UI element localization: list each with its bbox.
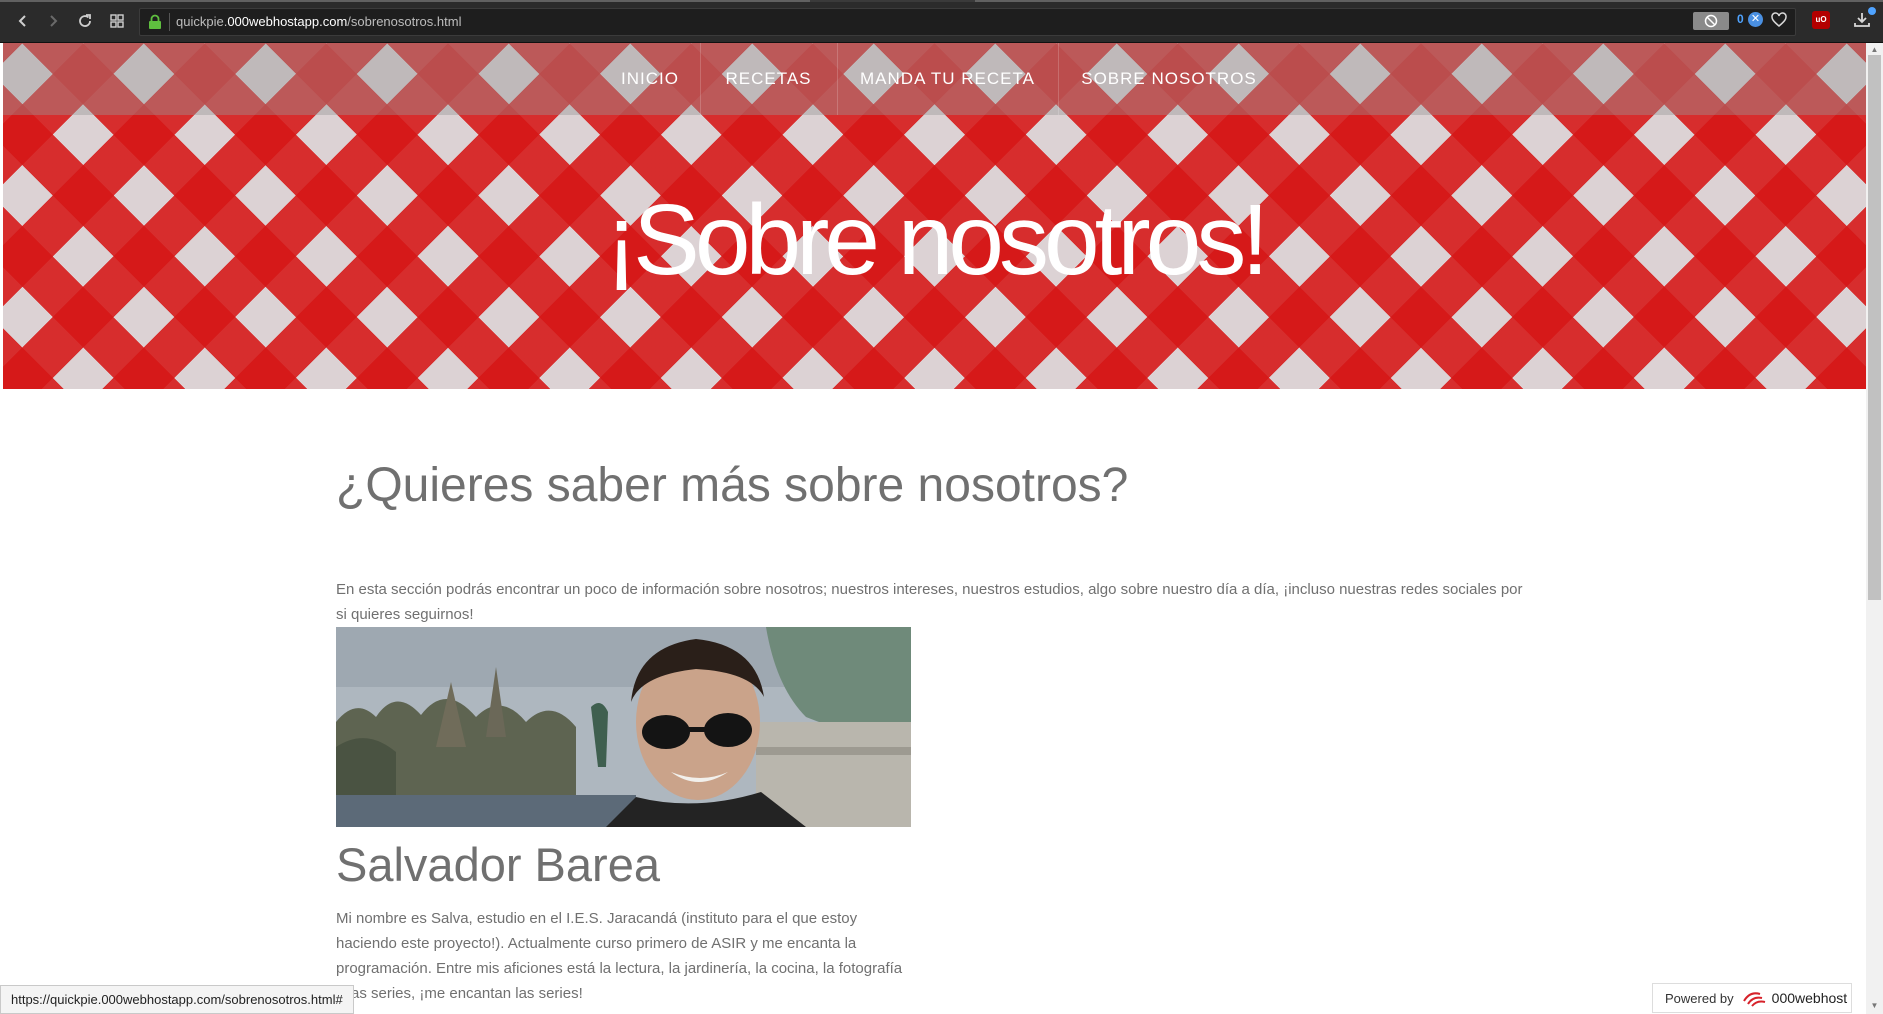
intro-paragraph: En esta sección podrás encontrar un poco…	[336, 581, 1523, 623]
url-text[interactable]: quickpie.000webhostapp.com/sobrenosotros…	[176, 14, 461, 29]
scroll-thumb[interactable]	[1868, 55, 1881, 600]
status-url-preview: https://quickpie.000webhostapp.com/sobre…	[0, 985, 354, 1014]
forward-icon[interactable]	[40, 9, 66, 33]
heart-icon[interactable]	[1770, 11, 1788, 29]
address-bar[interactable]: quickpie.000webhostapp.com/sobrenosotros…	[139, 8, 1796, 36]
section-title: ¿Quieres saber más sobre nosotros?	[336, 459, 1129, 512]
ublock-icon[interactable]: uO	[1812, 11, 1830, 29]
nav-inicio[interactable]: INICIO	[600, 43, 700, 115]
nav-recetas[interactable]: RECETAS	[700, 43, 837, 115]
apps-grid-icon[interactable]	[104, 9, 130, 33]
scroll-up-icon[interactable]: ▲	[1869, 45, 1880, 55]
extension-x-icon[interactable]: ✕	[1748, 12, 1763, 27]
tab-strip	[0, 0, 1883, 2]
back-icon[interactable]	[10, 9, 36, 33]
page-scrollbar[interactable]: ▲ ▼	[1866, 43, 1883, 1014]
browser-toolbar: quickpie.000webhostapp.com/sobrenosotros…	[0, 0, 1883, 43]
top-nav: INICIO RECETAS MANDA TU RECETA SOBRE NOS…	[3, 43, 1866, 115]
download-badge	[1868, 7, 1876, 15]
webhost-logo-icon	[1742, 992, 1765, 1007]
hero-banner: INICIO RECETAS MANDA TU RECETA SOBRE NOS…	[3, 43, 1866, 389]
blocker-icon[interactable]	[1693, 12, 1729, 30]
page-viewport: INICIO RECETAS MANDA TU RECETA SOBRE NOS…	[3, 43, 1866, 1014]
hero-title: ¡Sobre nosotros!	[604, 184, 1269, 296]
profile-photo	[336, 627, 911, 827]
url-prefix: quickpie.	[176, 14, 228, 29]
powered-by-badge[interactable]: Powered by 000webhost	[1652, 983, 1852, 1013]
person-name: Salvador Barea	[336, 838, 660, 891]
nav-manda-tu-receta[interactable]: MANDA TU RECETA	[837, 43, 1058, 115]
powered-by-brand: 000webhost	[1771, 990, 1848, 1006]
reload-icon[interactable]	[72, 9, 98, 33]
scroll-down-icon[interactable]: ▼	[1869, 1001, 1880, 1011]
person-bio: Mi nombre es Salva, estudio en el I.E.S.…	[336, 910, 903, 1002]
url-path: /sobrenosotros.html	[347, 14, 462, 29]
powered-by-label: Powered by	[1665, 990, 1734, 1006]
lock-icon	[149, 14, 161, 29]
url-domain: 000webhostapp.com	[227, 14, 348, 29]
blocked-count: 0	[1737, 12, 1744, 26]
nav-sobre-nosotros[interactable]: SOBRE NOSOTROS	[1058, 43, 1280, 115]
url-divider	[169, 13, 170, 31]
